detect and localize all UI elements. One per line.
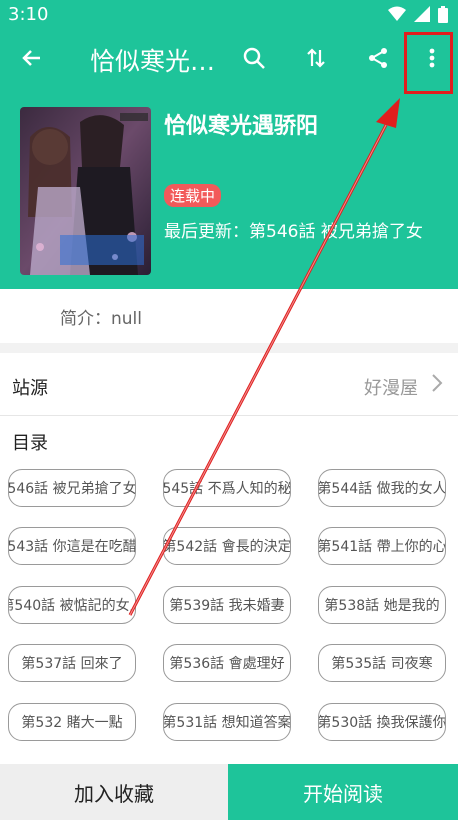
add-favorite-button[interactable]: 加入收藏 <box>0 764 228 820</box>
sort-arrows-icon <box>307 48 325 68</box>
book-title: 恰似寒光遇骄阳 <box>164 114 319 139</box>
latest-update-chapter: 第546話 被兄弟搶了女 <box>249 222 423 242</box>
chapter-item[interactable]: 第543話 你這是在吃醋嗎 <box>8 527 136 565</box>
chapter-item[interactable]: 第532 賭大一點 <box>8 703 136 741</box>
latest-update: 最后更新：第546話 被兄弟搶了女 <box>164 217 444 242</box>
source-value: 好漫屋 <box>364 378 418 399</box>
intro-section: 简介：null <box>0 289 458 343</box>
chapter-item[interactable]: 第541話 帶上你的心 <box>318 527 446 565</box>
chapter-item[interactable]: 第538話 她是我的 <box>318 586 446 624</box>
source-row[interactable]: 站源 好漫屋 <box>0 353 458 416</box>
chevron-right-icon <box>430 373 444 397</box>
battery-icon <box>438 6 448 27</box>
toolbar-title: 恰似寒光遇骄阳 <box>90 47 226 76</box>
status-time: 3:10 <box>8 4 49 25</box>
chapter-item[interactable]: 第545話 不爲人知的秘密 <box>163 469 291 507</box>
back-button[interactable] <box>10 30 54 86</box>
annotation-highlight-box <box>404 32 453 94</box>
back-arrow-icon <box>22 50 40 66</box>
chapter-item[interactable]: 第546話 被兄弟搶了女人 <box>8 469 136 507</box>
signal-icon <box>414 6 430 27</box>
chapter-item[interactable]: 第537話 回來了 <box>8 644 136 682</box>
intro-text: 简介：null <box>60 309 142 329</box>
wifi-icon <box>388 6 406 27</box>
detail-panel: 站源 好漫屋 目录 第546話 被兄弟搶了女人 第545話 不爲人知的秘密 第5… <box>0 353 458 765</box>
chapter-item[interactable]: 第535話 司夜寒 <box>318 644 446 682</box>
chapter-item[interactable]: 第540話 被惦記的女人 <box>8 586 136 624</box>
latest-update-label: 最后更新： <box>164 222 249 242</box>
chapter-item[interactable]: 第531話 想知道答案 <box>163 703 291 741</box>
serializing-badge: 连载中 <box>164 184 222 207</box>
toc-label: 目录 <box>12 433 48 454</box>
chapter-item[interactable]: 第536話 會處理好 <box>163 644 291 682</box>
chapter-item[interactable]: 第539話 我未婚妻 <box>163 586 291 624</box>
share-icon <box>369 48 387 68</box>
chapter-item[interactable]: 第542話 會長的決定 <box>163 527 291 565</box>
chapter-item[interactable]: 第530話 換我保護你 <box>318 703 446 741</box>
bottom-bar: 加入收藏 开始阅读 <box>0 764 458 820</box>
status-bar: 3:10 <box>0 0 458 30</box>
source-label: 站源 <box>12 378 48 399</box>
search-icon <box>243 47 265 69</box>
book-cover-image[interactable] <box>20 107 151 275</box>
book-header: 3:10 恰似寒光遇骄阳 <box>0 0 458 289</box>
toolbar: 恰似寒光遇骄阳 <box>0 30 458 86</box>
search-button[interactable] <box>232 30 276 86</box>
share-button[interactable] <box>356 30 400 86</box>
start-reading-button[interactable]: 开始阅读 <box>228 764 458 820</box>
sort-button[interactable] <box>294 30 338 86</box>
chapter-item[interactable]: 第544話 做我的女人 <box>318 469 446 507</box>
